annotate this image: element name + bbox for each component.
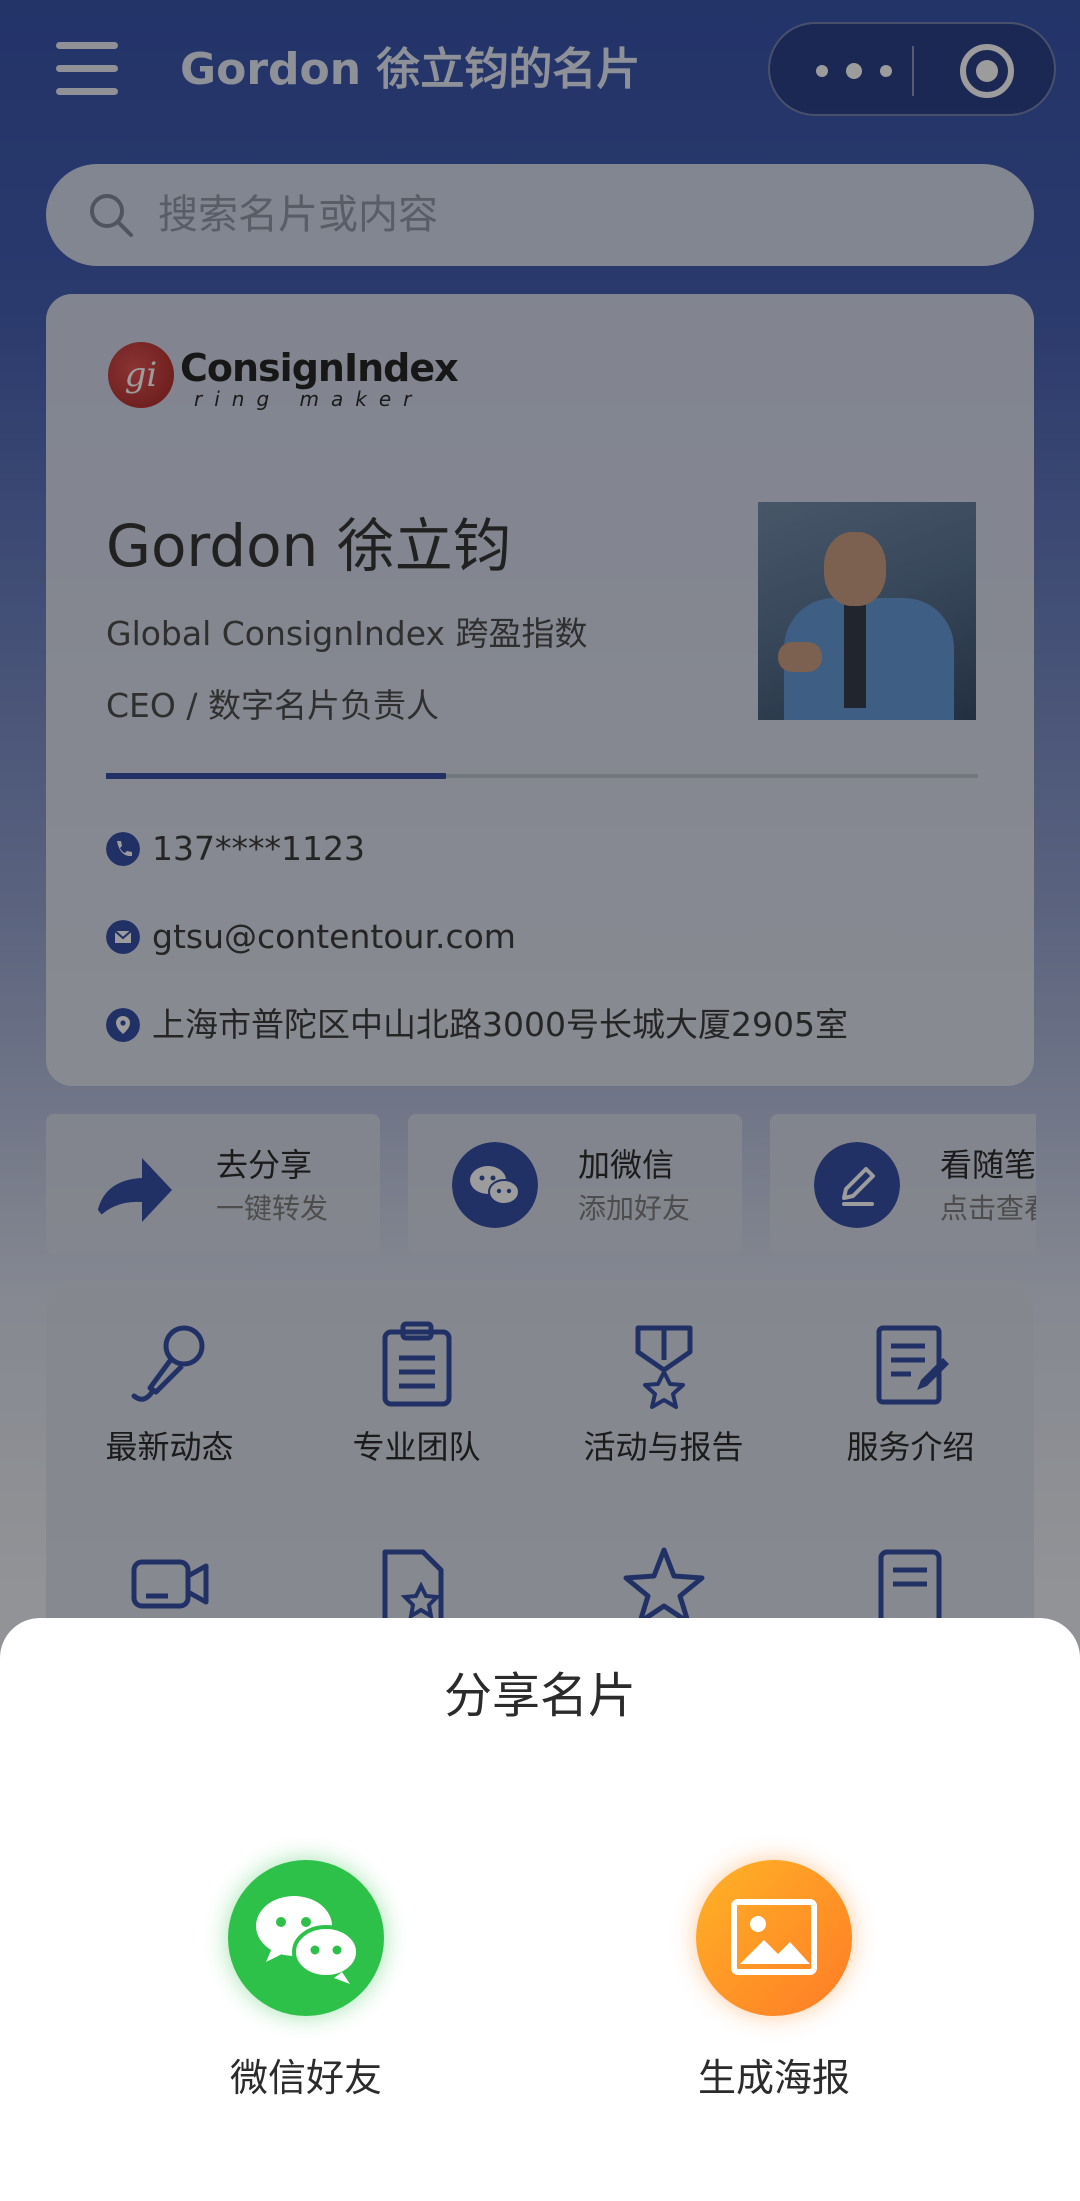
share-to-wechat-friend-button[interactable]: 微信好友 xyxy=(156,1860,456,2100)
image-icon xyxy=(731,1899,817,1975)
generate-poster-button[interactable]: 生成海报 xyxy=(624,1860,924,2100)
sheet-title: 分享名片 xyxy=(443,1668,636,1724)
wechat-icon xyxy=(256,1896,360,1984)
share-option-label: 生成海报 xyxy=(697,2056,850,2100)
share-sheet: 分享名片 微信好友 生成海报 xyxy=(0,1618,1080,2201)
share-option-label: 微信好友 xyxy=(229,2056,382,2100)
poster-circle[interactable] xyxy=(696,1860,852,2016)
wechat-circle[interactable] xyxy=(228,1860,384,2016)
